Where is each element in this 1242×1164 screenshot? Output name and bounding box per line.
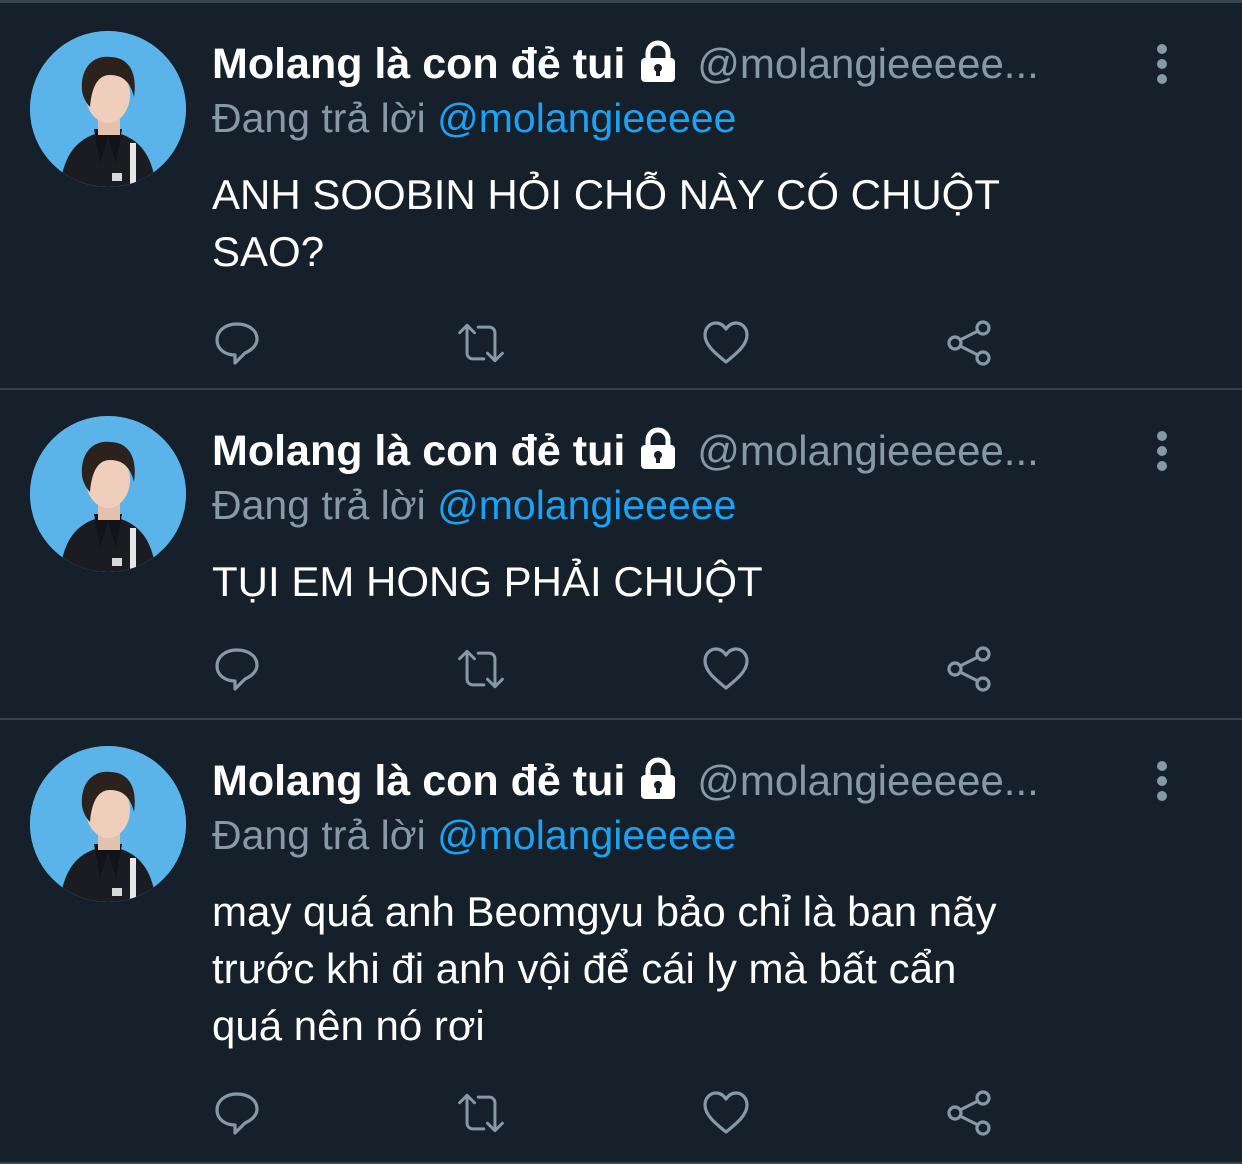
tweet[interactable]: Molang là con đẻ tui @molangieeeee... Đa… bbox=[0, 3, 1242, 390]
share-icon[interactable] bbox=[943, 316, 997, 370]
tweet-text: may quá anh Beomgyu bảo chỉ là ban nãy tr… bbox=[212, 883, 1172, 1054]
lock-icon bbox=[635, 757, 681, 806]
display-name[interactable]: Molang là con đẻ tui bbox=[212, 427, 625, 476]
reply-icon[interactable] bbox=[210, 642, 264, 696]
replying-to-label: Đang trả lời bbox=[212, 95, 426, 141]
tweet-text-line: trước khi đi anh vội để cái ly mà bất cẩ… bbox=[212, 945, 957, 992]
tweet-text-line: may quá anh Beomgyu bảo chỉ là ban nãy bbox=[212, 888, 997, 935]
user-handle[interactable]: @molangieeeee... bbox=[697, 40, 1057, 88]
replying-to-handle[interactable]: @molangieeeee bbox=[437, 812, 736, 858]
lock-icon bbox=[635, 427, 681, 476]
lock-icon bbox=[635, 40, 681, 89]
retweet-icon[interactable] bbox=[454, 642, 508, 696]
tweet-header: Molang là con đẻ tui @molangieeeee... bbox=[212, 422, 1057, 480]
display-name[interactable]: Molang là con đẻ tui bbox=[212, 757, 625, 806]
tweet[interactable]: Molang là con đẻ tui @molangieeeee... Đa… bbox=[0, 390, 1242, 720]
tweet-text: TỤI EM HONG PHẢI CHUỘT bbox=[212, 553, 1172, 610]
tweet-actions bbox=[210, 642, 1010, 698]
tweet-header: Molang là con đẻ tui @molangieeeee... bbox=[212, 752, 1057, 810]
replying-to: Đang trả lời @molangieeeee bbox=[212, 482, 736, 529]
user-handle[interactable]: @molangieeeee... bbox=[697, 427, 1057, 475]
avatar[interactable] bbox=[30, 31, 186, 187]
more-icon[interactable] bbox=[1148, 430, 1176, 472]
tweet-actions bbox=[210, 1086, 1010, 1142]
like-icon[interactable] bbox=[699, 642, 753, 696]
tweet-text-line: TỤI EM HONG PHẢI CHUỘT bbox=[212, 558, 763, 605]
retweet-icon[interactable] bbox=[454, 316, 508, 370]
replying-to-handle[interactable]: @molangieeeee bbox=[437, 95, 736, 141]
replying-to-handle[interactable]: @molangieeeee bbox=[437, 482, 736, 528]
replying-to-label: Đang trả lời bbox=[212, 812, 426, 858]
replying-to: Đang trả lời @molangieeeee bbox=[212, 95, 736, 142]
avatar[interactable] bbox=[30, 746, 186, 902]
tweet-text-line: ANH SOOBIN HỎI CHỖ NÀY CÓ CHUỘT bbox=[212, 171, 1000, 218]
share-icon[interactable] bbox=[943, 1086, 997, 1140]
like-icon[interactable] bbox=[699, 1086, 753, 1140]
more-icon[interactable] bbox=[1148, 43, 1176, 85]
reply-icon[interactable] bbox=[210, 316, 264, 370]
tweet-text: ANH SOOBIN HỎI CHỖ NÀY CÓ CHUỘT SAO? bbox=[212, 166, 1172, 280]
display-name[interactable]: Molang là con đẻ tui bbox=[212, 40, 625, 89]
tweet-text-line: SAO? bbox=[212, 228, 325, 275]
user-handle[interactable]: @molangieeeee... bbox=[697, 757, 1057, 805]
replying-to-label: Đang trả lời bbox=[212, 482, 426, 528]
tweet-text-line: quá nên nó rơi bbox=[212, 1002, 485, 1049]
like-icon[interactable] bbox=[699, 316, 753, 370]
reply-icon[interactable] bbox=[210, 1086, 264, 1140]
replying-to: Đang trả lời @molangieeeee bbox=[212, 812, 736, 859]
share-icon[interactable] bbox=[943, 642, 997, 696]
retweet-icon[interactable] bbox=[454, 1086, 508, 1140]
more-icon[interactable] bbox=[1148, 760, 1176, 802]
tweet-actions bbox=[210, 316, 1010, 372]
tweet[interactable]: Molang là con đẻ tui @molangieeeee... Đa… bbox=[0, 720, 1242, 1164]
avatar[interactable] bbox=[30, 416, 186, 572]
tweet-header: Molang là con đẻ tui @molangieeeee... bbox=[212, 35, 1057, 93]
